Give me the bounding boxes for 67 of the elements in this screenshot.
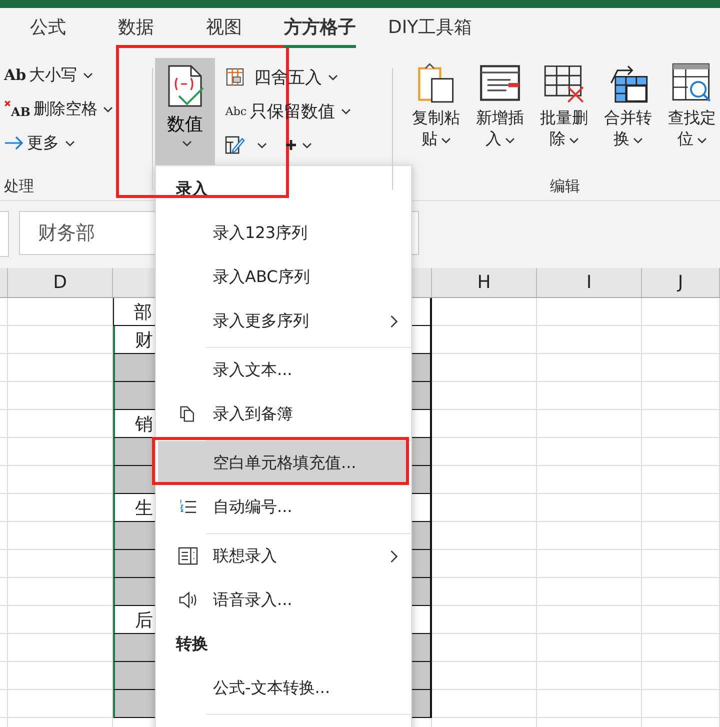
row-header[interactable] bbox=[0, 634, 8, 662]
row-header[interactable] bbox=[0, 606, 8, 634]
row-header[interactable] bbox=[0, 578, 8, 606]
caret-icon bbox=[696, 136, 706, 144]
group-label: 编辑 bbox=[549, 177, 581, 196]
row-header[interactable] bbox=[0, 298, 8, 326]
column-header[interactable]: H bbox=[432, 268, 537, 297]
row-header[interactable] bbox=[0, 522, 8, 550]
row-header[interactable] bbox=[0, 494, 8, 522]
ribbon-button[interactable]: 更多 bbox=[0, 128, 140, 158]
caret-icon bbox=[341, 108, 351, 114]
caret-icon bbox=[504, 136, 514, 144]
column-header[interactable]: D bbox=[8, 268, 113, 297]
menu-item[interactable]: 录入123序列 bbox=[158, 211, 408, 255]
abc-icon: Abc bbox=[225, 104, 247, 118]
caret-icon bbox=[632, 136, 642, 144]
menu-item[interactable]: 空白单元格填充值... bbox=[158, 441, 408, 485]
group-label: 处理 bbox=[4, 177, 35, 196]
caret-icon bbox=[103, 106, 114, 112]
letters-icon: AB bbox=[11, 105, 30, 119]
table-icon bbox=[225, 68, 245, 86]
ribbon-button[interactable]: 查找定位 bbox=[661, 62, 720, 150]
caret-icon bbox=[302, 142, 312, 148]
row-header[interactable] bbox=[0, 438, 8, 466]
cross-icon bbox=[4, 100, 11, 107]
row-header[interactable] bbox=[0, 466, 8, 494]
value-button[interactable]: 数值 bbox=[155, 58, 215, 165]
caret-icon bbox=[182, 140, 192, 147]
caret-icon bbox=[257, 142, 267, 148]
ribbon-button[interactable]: 合并转换 bbox=[597, 62, 659, 150]
case-icon: Ab bbox=[4, 66, 26, 84]
arrow-icon bbox=[4, 134, 24, 152]
name-box[interactable] bbox=[0, 211, 9, 257]
form-icon bbox=[479, 62, 521, 104]
speaker-icon bbox=[178, 591, 198, 609]
ribbon-tab[interactable]: 方方格子 bbox=[284, 10, 356, 48]
caret-icon bbox=[568, 136, 578, 144]
row-header[interactable] bbox=[0, 354, 8, 382]
row-header[interactable] bbox=[0, 326, 8, 354]
menu-section-header: 转换 bbox=[174, 632, 209, 654]
ribbon-button[interactable]: 批量删除 bbox=[533, 62, 595, 150]
list-icon bbox=[178, 547, 198, 565]
table-search-icon bbox=[671, 62, 713, 104]
menu-item[interactable]: 公式-文本转换... bbox=[158, 666, 408, 710]
ribbon-tab[interactable]: 视图 bbox=[196, 10, 252, 48]
table-pencil-icon bbox=[225, 136, 245, 154]
ribbon-button[interactable]: 复制粘贴 bbox=[405, 62, 467, 150]
ribbon-button[interactable]: 新增插入 bbox=[469, 62, 531, 150]
ribbon-tab[interactable]: DIY工具箱 bbox=[388, 10, 472, 48]
row-header[interactable] bbox=[0, 382, 8, 410]
column-header[interactable]: J bbox=[642, 268, 720, 297]
row-header[interactable] bbox=[0, 690, 8, 718]
plus-icon bbox=[286, 140, 296, 150]
caret-icon bbox=[65, 140, 75, 146]
row-header[interactable] bbox=[0, 550, 8, 578]
row-header[interactable] bbox=[0, 410, 8, 438]
caret-icon bbox=[328, 74, 338, 80]
ribbon-button[interactable]: Ab 大小写 bbox=[0, 60, 140, 90]
caret-icon bbox=[440, 136, 450, 144]
caret-icon bbox=[83, 72, 94, 78]
row-header[interactable] bbox=[0, 662, 8, 690]
menu-item[interactable]: 联想录入 bbox=[158, 534, 408, 578]
menu-item[interactable]: 录入ABC序列 bbox=[158, 255, 408, 299]
ribbon-tab[interactable]: 公式 bbox=[20, 10, 76, 48]
column-header[interactable]: I bbox=[537, 268, 642, 297]
ribbon-tab[interactable]: 数据 bbox=[108, 10, 164, 48]
numbered-list-icon bbox=[178, 498, 198, 516]
